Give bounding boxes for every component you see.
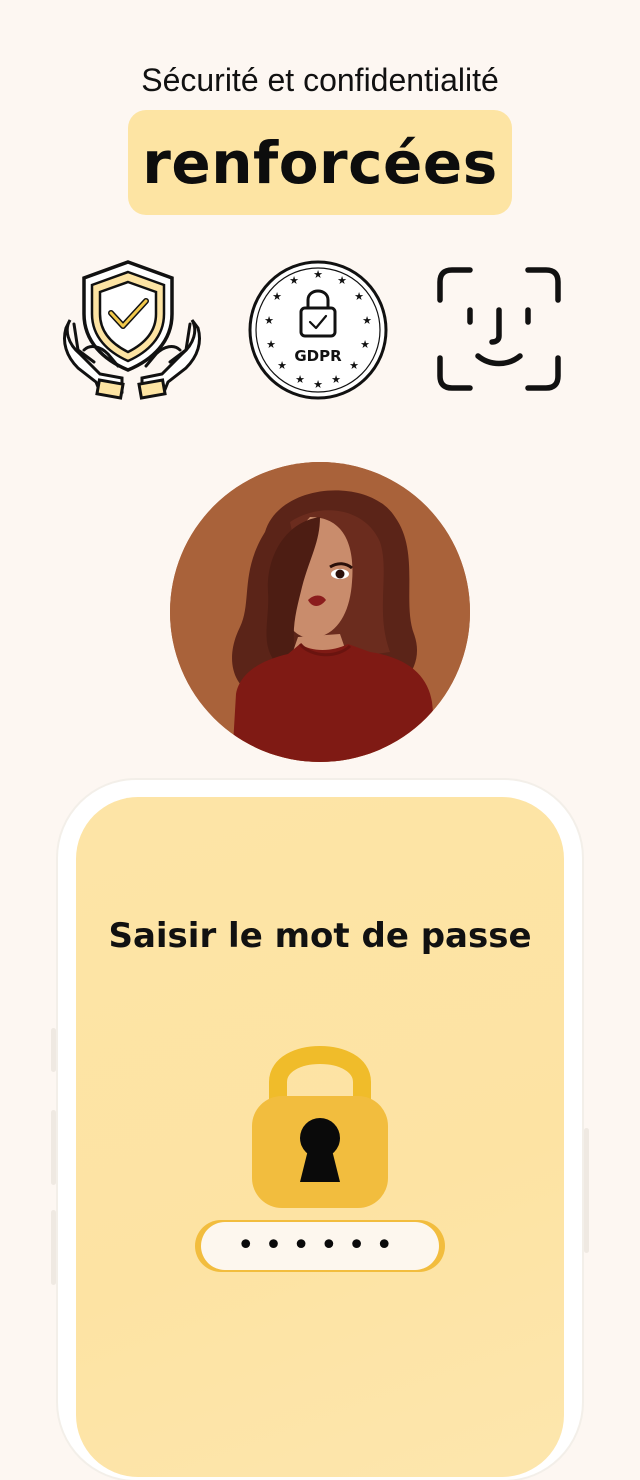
gdpr-badge: ★ ★ ★ ★ ★ ★ ★ ★ ★ ★ ★ ★ ★ ★ GDPR xyxy=(246,258,390,402)
svg-text:★: ★ xyxy=(313,378,323,391)
svg-text:★: ★ xyxy=(264,314,274,327)
svg-text:★: ★ xyxy=(295,373,305,386)
phone-side-button-left-2 xyxy=(51,1110,56,1185)
highlight-text: renforcées xyxy=(142,128,498,197)
svg-text:★: ★ xyxy=(289,274,299,287)
shield-hands-icon xyxy=(63,260,201,400)
portrait-illustration xyxy=(170,462,470,762)
highlight-pill: renforcées xyxy=(128,110,512,215)
phone-side-button-right xyxy=(584,1128,589,1253)
svg-text:★: ★ xyxy=(362,314,372,327)
gdpr-label: GDPR xyxy=(294,347,342,365)
svg-text:★: ★ xyxy=(337,274,347,287)
padlock-icon xyxy=(252,1046,388,1208)
svg-text:★: ★ xyxy=(272,290,282,303)
password-input[interactable]: •••••• xyxy=(193,1222,447,1270)
phone-side-button-left-3 xyxy=(51,1210,56,1285)
phone-side-button-left-1 xyxy=(51,1028,56,1072)
gdpr-lock-icon: ★ ★ ★ ★ ★ ★ ★ ★ ★ ★ ★ ★ ★ ★ xyxy=(248,260,388,400)
svg-text:★: ★ xyxy=(354,290,364,303)
svg-text:★: ★ xyxy=(313,268,323,281)
password-prompt-title: Saisir le mot de passe xyxy=(108,916,532,956)
face-id-icon xyxy=(437,267,561,391)
woman-portrait-avatar xyxy=(170,462,470,762)
subtitle-text: Sécurité et confidentialité xyxy=(141,62,499,98)
svg-text:★: ★ xyxy=(331,373,341,386)
